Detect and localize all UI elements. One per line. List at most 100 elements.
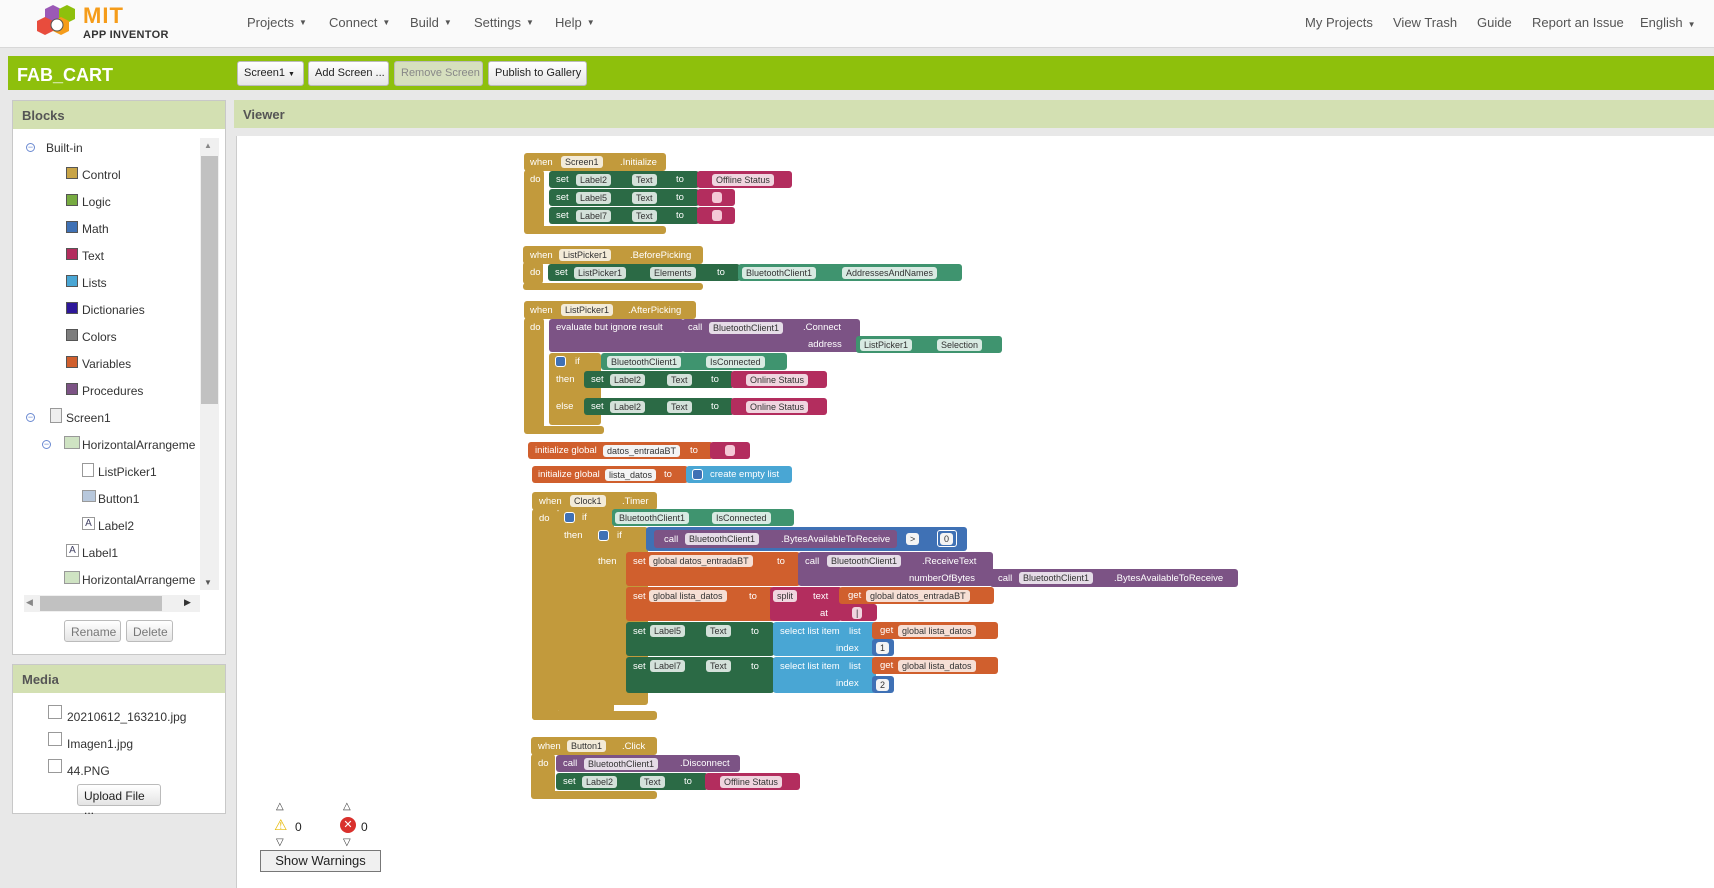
scroll-up-icon[interactable]: ▲ (204, 141, 212, 150)
menu-help[interactable]: Help ▼ (555, 15, 595, 30)
builtin-logic[interactable]: Logic (82, 195, 111, 209)
menu-build[interactable]: Build ▼ (410, 15, 452, 30)
property-dropdown[interactable]: Text (632, 192, 657, 204)
text-value[interactable]: Online Status (746, 374, 809, 386)
add-screen-button[interactable]: Add Screen ... (308, 61, 389, 86)
property-dropdown[interactable]: Text (667, 401, 692, 413)
builtin-dictionaries[interactable]: Dictionaries (82, 303, 145, 317)
component-dropdown[interactable]: ListPicker1 (860, 339, 913, 351)
builtin-math[interactable]: Math (82, 222, 109, 236)
prev-error-icon[interactable]: △ (343, 801, 351, 812)
link-report-issue[interactable]: Report an Issue (1532, 15, 1624, 30)
property-dropdown[interactable]: Text (706, 625, 731, 637)
scroll-left-icon[interactable]: ◀ (26, 597, 33, 608)
component-dropdown[interactable]: ListPicker1 (559, 249, 612, 261)
variable-dropdown[interactable]: global lista_datos (898, 625, 976, 637)
publish-gallery-button[interactable]: Publish to Gallery (488, 61, 587, 86)
builtin-text[interactable]: Text (82, 249, 104, 263)
tree-horizontal-arrangement-2[interactable]: HorizontalArrangeme (82, 573, 195, 587)
gear-icon[interactable] (692, 469, 703, 480)
property-dropdown[interactable]: IsConnected (712, 512, 771, 524)
text-value[interactable]: Offline Status (720, 776, 782, 788)
tree-label1[interactable]: Label1 (82, 546, 118, 560)
component-dropdown[interactable]: Label5 (650, 625, 686, 637)
property-dropdown[interactable]: Elements (650, 267, 696, 279)
empty-text-value[interactable] (725, 445, 735, 456)
language-menu[interactable]: English ▼ (1640, 15, 1696, 30)
property-dropdown[interactable]: Text (640, 776, 665, 788)
component-dropdown[interactable]: Label2 (582, 776, 618, 788)
collapse-icon[interactable]: − (26, 143, 35, 152)
scroll-right-icon[interactable]: ▶ (184, 597, 191, 608)
variable-dropdown[interactable]: global datos_entradaBT (866, 590, 970, 602)
empty-text-value[interactable] (712, 192, 722, 203)
remove-screen-button[interactable]: Remove Screen (394, 61, 483, 86)
text-value[interactable]: | (852, 607, 863, 619)
scrollbar-thumb[interactable] (201, 156, 218, 404)
property-dropdown[interactable]: Text (706, 660, 731, 672)
component-dropdown[interactable]: BluetoothClient1 (827, 555, 902, 567)
component-dropdown[interactable]: ListPicker1 (574, 267, 627, 279)
empty-text-value[interactable] (712, 210, 722, 221)
text-value[interactable]: Online Status (746, 401, 809, 413)
builtin-control[interactable]: Control (82, 168, 121, 182)
next-error-icon[interactable]: ▽ (343, 837, 351, 848)
component-dropdown[interactable]: Label7 (650, 660, 686, 672)
property-dropdown[interactable]: Text (632, 210, 657, 222)
blocks-workspace[interactable] (236, 136, 1714, 888)
component-dropdown[interactable]: BluetoothClient1 (685, 533, 760, 545)
component-dropdown[interactable]: BluetoothClient1 (709, 322, 784, 334)
component-dropdown[interactable]: Screen1 (561, 156, 603, 168)
rename-button[interactable]: Rename (64, 620, 121, 642)
builtin-procedures[interactable]: Procedures (82, 384, 143, 398)
link-my-projects[interactable]: My Projects (1305, 15, 1373, 30)
scroll-down-icon[interactable]: ▼ (204, 578, 212, 587)
property-dropdown[interactable]: Text (632, 174, 657, 186)
upload-file-button[interactable]: Upload File ... (77, 784, 161, 817)
mit-app-inventor-logo[interactable]: MIT APP INVENTOR (35, 3, 175, 43)
prev-warning-icon[interactable]: △ (276, 801, 284, 812)
component-dropdown[interactable]: BluetoothClient1 (1019, 572, 1094, 584)
property-dropdown[interactable]: Text (667, 374, 692, 386)
operation-dropdown[interactable]: split (773, 590, 798, 602)
component-dropdown[interactable]: Label2 (610, 374, 646, 386)
variable-dropdown[interactable]: global lista_datos (898, 660, 976, 672)
property-dropdown[interactable]: IsConnected (706, 356, 765, 368)
media-file[interactable]: 44.PNG (67, 764, 110, 778)
number-value[interactable]: 1 (876, 642, 890, 654)
variable-dropdown[interactable]: global lista_datos (649, 590, 727, 602)
screen-select-dropdown[interactable]: Screen1 ▼ (237, 61, 304, 86)
component-dropdown[interactable]: Clock1 (570, 495, 606, 507)
tree-builtin[interactable]: Built-in (46, 141, 83, 155)
gear-icon[interactable] (555, 356, 566, 367)
operator-dropdown[interactable]: > (906, 533, 920, 545)
collapse-icon[interactable]: − (42, 440, 51, 449)
component-dropdown[interactable]: ListPicker1 (561, 304, 614, 316)
link-view-trash[interactable]: View Trash (1393, 15, 1457, 30)
component-dropdown[interactable]: Label7 (576, 210, 612, 222)
next-warning-icon[interactable]: ▽ (276, 837, 284, 848)
menu-projects[interactable]: Projects ▼ (247, 15, 307, 30)
number-value[interactable]: 0 (940, 533, 954, 545)
number-value[interactable]: 2 (876, 679, 890, 691)
property-dropdown[interactable]: Selection (937, 339, 983, 351)
component-dropdown[interactable]: BluetoothClient1 (615, 512, 690, 524)
gear-icon[interactable] (564, 512, 575, 523)
tree-label2[interactable]: Label2 (98, 519, 134, 533)
variable-dropdown[interactable]: global datos_entradaBT (649, 555, 753, 567)
property-dropdown[interactable]: AddressesAndNames (842, 267, 938, 279)
scrollbar-thumb[interactable] (40, 596, 162, 611)
builtin-variables[interactable]: Variables (82, 357, 131, 371)
tree-button1[interactable]: Button1 (98, 492, 139, 506)
menu-connect[interactable]: Connect ▼ (329, 15, 390, 30)
media-file[interactable]: Imagen1.jpg (67, 737, 133, 751)
component-dropdown[interactable]: Label5 (576, 192, 612, 204)
component-dropdown[interactable]: BluetoothClient1 (584, 758, 659, 770)
tree-horizontal-arrangement-1[interactable]: HorizontalArrangeme (82, 438, 195, 452)
component-dropdown[interactable]: BluetoothClient1 (742, 267, 817, 279)
variable-name[interactable]: lista_datos (605, 469, 657, 481)
builtin-lists[interactable]: Lists (82, 276, 107, 290)
show-warnings-button[interactable]: Show Warnings (260, 850, 381, 872)
tree-screen1[interactable]: Screen1 (66, 411, 111, 425)
component-dropdown[interactable]: Label2 (610, 401, 646, 413)
